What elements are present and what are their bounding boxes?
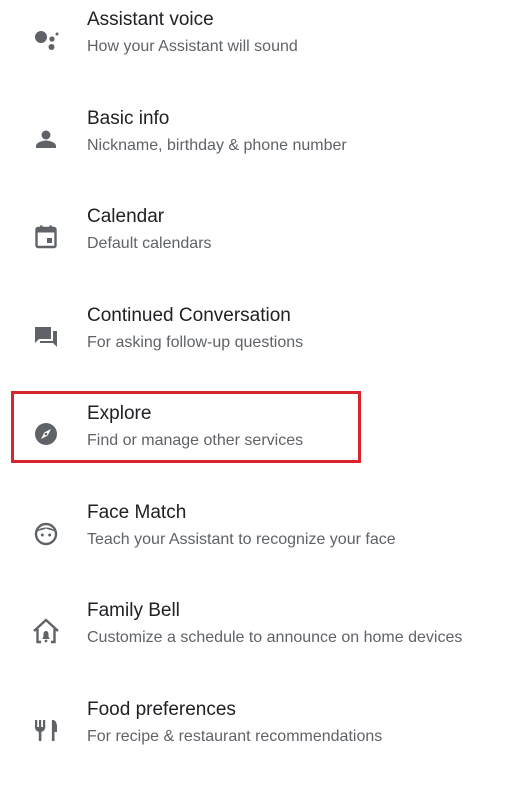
assistant-voice-icon: [32, 26, 60, 54]
item-subtitle: Nickname, birthday & phone number: [87, 137, 347, 154]
item-subtitle: How your Assistant will sound: [87, 38, 298, 55]
item-title: Calendar: [87, 206, 165, 227]
item-title: Food preferences: [87, 699, 236, 720]
setting-item-face-match[interactable]: Face Match Teach your Assistant to recog…: [0, 501, 514, 599]
item-subtitle: For recipe & restaurant recommendations: [87, 728, 383, 745]
home-bell-icon: [32, 617, 60, 645]
item-subtitle: Default calendars: [87, 235, 212, 252]
setting-item-basic-info[interactable]: Basic info Nickname, birthday & phone nu…: [0, 107, 514, 205]
item-subtitle: Find or manage other services: [87, 432, 304, 449]
item-title: Assistant voice: [87, 9, 214, 30]
setting-item-family-bell[interactable]: Family Bell Customize a schedule to anno…: [0, 599, 514, 697]
fork-knife-icon: [32, 716, 60, 744]
setting-item-continued-conversation[interactable]: Continued Conversation For asking follow…: [0, 304, 514, 402]
chat-bubbles-icon: [32, 322, 60, 350]
item-title: Family Bell: [87, 600, 180, 621]
item-title: Basic info: [87, 108, 170, 129]
setting-item-food-preferences[interactable]: Food preferences For recipe & restaurant…: [0, 698, 514, 796]
setting-item-calendar[interactable]: Calendar Default calendars: [0, 205, 514, 303]
person-icon: [32, 125, 60, 153]
item-title: Continued Conversation: [87, 305, 291, 326]
item-title: Face Match: [87, 502, 187, 523]
item-subtitle: For asking follow-up questions: [87, 334, 304, 351]
setting-item-explore[interactable]: Explore Find or manage other services: [0, 402, 514, 500]
settings-list: Assistant voice How your Assistant will …: [0, 0, 514, 747]
compass-icon: [32, 420, 60, 448]
item-subtitle: Teach your Assistant to recognize your f…: [87, 531, 396, 548]
setting-item-assistant-voice[interactable]: Assistant voice How your Assistant will …: [0, 8, 514, 106]
item-subtitle: Customize a schedule to announce on home…: [87, 629, 463, 646]
item-title: Explore: [87, 403, 152, 424]
calendar-icon: [32, 223, 60, 251]
face-icon: [32, 519, 60, 547]
